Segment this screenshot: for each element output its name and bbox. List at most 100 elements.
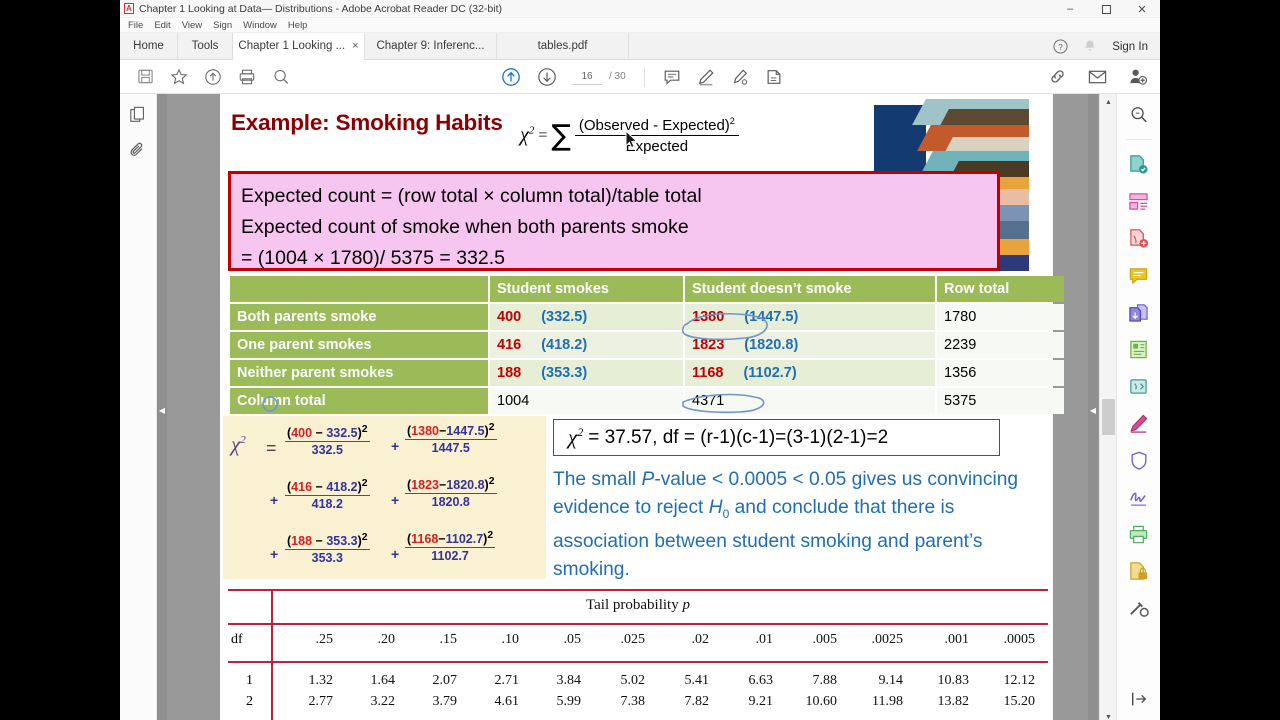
table-rule-mid2 [228,661,1048,663]
minimize-button[interactable]: – [1052,0,1088,18]
menu-sign[interactable]: Sign [213,20,232,31]
redact-icon[interactable] [1126,558,1152,584]
calc-equals: = [266,438,277,458]
star-icon[interactable] [166,64,192,90]
page-thumbnails-icon[interactable] [127,104,149,126]
next-page-icon[interactable] [534,64,560,90]
edit-pdf-icon[interactable] [1126,336,1152,362]
add-person-icon[interactable] [1124,64,1150,90]
tab-chapter9[interactable]: Chapter 9: Inferenc... [365,33,497,59]
save-icon[interactable] [132,64,158,90]
calc-term-5-numerator: (188 − 353.3)2 [285,532,370,551]
freehand-draw-icon[interactable] [727,64,753,90]
formula-numerator: (Observed - Expected)2 [574,116,739,136]
calc-term-1: (400 − 332.5)2 332.5 [285,424,370,457]
table-row: One parent smokes 416 (418.2) 1823 (1820.8… [230,332,1064,358]
menu-view[interactable]: View [182,20,202,31]
conclusion-text: The small P-value < 0.0005 < 0.05 gives … [553,466,1053,584]
tab-tables-pdf[interactable]: tables.pdf [497,33,629,59]
tab-chapter1-close-icon[interactable]: × [352,40,358,52]
sigma-symbol: ∑ [551,117,571,152]
calc-plus-1: + [391,438,400,454]
menu-window[interactable]: Window [243,20,277,31]
window-title: Chapter 1 Looking at Data— Distributions… [139,2,503,15]
comment-bubble-icon[interactable] [1126,262,1152,288]
tab-home[interactable]: Home [120,33,178,59]
calc-term-3: (416 − 418.2)2 418.2 [285,478,370,511]
left-navigation-rail [120,94,157,720]
calc-term-1-denominator: 332.5 [311,443,343,458]
tail-probability-header: Tail probability p [586,597,690,613]
share-link-icon[interactable] [1044,64,1070,90]
calc-term-6: (1168−1102.7)2 1102.7 [405,530,496,563]
scroll-down-arrow[interactable]: ▼ [1100,709,1116,720]
expected-count-line-3: = (1004 × 1780)/ 5375 = 332.5 [241,247,506,269]
chi-symbol: χ2 [520,124,535,146]
notification-bell-icon[interactable] [1082,39,1098,55]
tab-tools[interactable]: Tools [178,33,233,59]
calc-term-4-numerator: (1823−1820.8)2 [405,476,497,495]
attachment-paperclip-icon[interactable] [127,139,149,161]
cell-one-row-total: 2239 [937,332,1064,358]
stamp-icon[interactable] [761,64,787,90]
table-row-df1: 1 1.32 1.64 2.07 2.71 3.84 5.02 5.41 6.6… [228,673,1048,689]
previous-page-icon[interactable] [498,64,524,90]
header-student-doesnt-smoke: Student doesn’t smoke [685,276,935,302]
search-magnifier-icon[interactable] [1126,102,1152,128]
toolbar-right-group [1032,64,1150,90]
email-icon[interactable] [1084,64,1110,90]
protect-shield-icon[interactable] [1126,447,1152,473]
fill-and-sign-icon[interactable] [1126,410,1152,436]
scroll-up-arrow[interactable]: ▲ [1100,94,1116,111]
organize-pages-icon[interactable] [1126,188,1152,214]
vertical-scrollbar[interactable]: ▲ ▼ [1099,94,1116,720]
tab-chapter1[interactable]: Chapter 1 Looking ... × [233,33,365,60]
main-toolbar: / 30 [120,60,1160,149]
expected-count-line-1: Expected count = (row total × column tot… [241,185,702,207]
col-header-001: .01 [755,632,774,647]
df-value-2: 2 [246,694,253,709]
request-signature-icon[interactable] [1126,484,1152,510]
cell-grand-total: 5375 [937,388,1064,414]
combine-files-icon[interactable] [1126,299,1152,325]
cell-column-total-doesnt: 4371 [685,388,935,414]
magnifier-icon[interactable] [268,64,294,90]
scrollbar-thumb[interactable] [1102,399,1115,435]
close-button[interactable]: ✕ [1124,0,1160,18]
print-production-icon[interactable] [1126,521,1152,547]
calc-term-2-denominator: 1447.5 [431,441,470,456]
menu-edit[interactable]: Edit [154,20,170,31]
export-pdf-icon[interactable] [1126,151,1152,177]
right-panel-collapse-handle[interactable]: ◀ [1088,94,1098,720]
col-header-00005: .0005 [1003,632,1036,647]
compress-pdf-icon[interactable] [1126,373,1152,399]
col-header-0005: .005 [812,632,838,647]
table-row: Both parents smoke 400 (332.5) 1380 (1447.… [230,304,1064,330]
more-tools-icon[interactable] [1126,595,1152,621]
col-header-025: .25 [315,632,334,647]
expected-count-line-2: Expected count of smoke when both parent… [241,216,689,238]
highlight-pen-icon[interactable] [693,64,719,90]
print-icon[interactable] [234,64,260,90]
create-pdf-icon[interactable] [1126,225,1152,251]
sign-in-button[interactable]: Sign In [1112,41,1148,53]
document-tab-bar: Home Tools Chapter 1 Looking ... × Chapt… [120,33,1160,60]
maximize-button[interactable] [1088,0,1124,18]
equals-sign: = [538,126,548,144]
result-chi-symbol: χ2 [568,425,584,449]
expand-panel-icon[interactable] [1126,686,1152,712]
row-label-one-parent: One parent smokes [230,332,488,358]
menu-file[interactable]: File [128,20,143,31]
upload-cloud-icon[interactable] [200,64,226,90]
comment-icon[interactable] [659,64,685,90]
cell-neither-row-total: 1356 [937,360,1064,386]
menu-help[interactable]: Help [288,20,308,31]
header-blank [230,276,488,302]
page-number-input[interactable] [572,68,602,85]
row-label-column-total: Column total [230,388,488,414]
cell-one-student-doesnt: 1823 (1820.8) [685,332,935,358]
left-panel-collapse-handle[interactable]: ◀ [157,94,167,720]
document-viewport[interactable]: Example: Smoking Habits χ2 = ∑ (Observed… [157,94,1116,720]
calc-plus-5: + [391,546,400,562]
help-circle-icon[interactable]: ? [1052,39,1068,55]
